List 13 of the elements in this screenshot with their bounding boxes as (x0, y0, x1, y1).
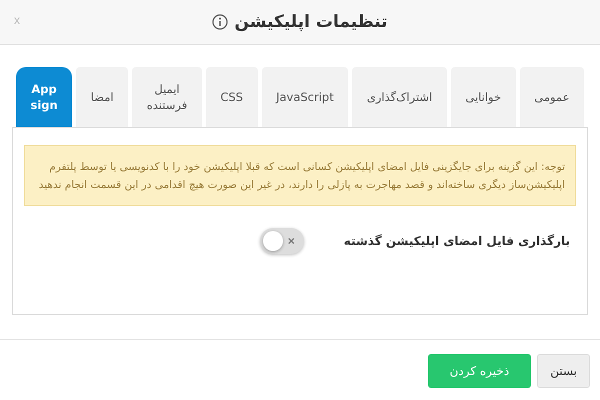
info-icon[interactable] (212, 14, 228, 30)
dialog-title: تنظیمات اپلیکیشن (234, 12, 388, 32)
tab[interactable]: CSS (206, 67, 258, 127)
tab[interactable]: خوانایی (450, 67, 516, 127)
close-button[interactable]: بستن (537, 354, 590, 388)
setting-label: بارگذاری فایل امضای اپلیکیشن گذشته (344, 234, 570, 248)
tab[interactable]: ایمیل فرستنده (132, 67, 202, 127)
tab[interactable]: امضا (76, 67, 128, 127)
tab[interactable]: عمومی (520, 67, 584, 127)
tab[interactable]: App sign (16, 67, 72, 127)
tab[interactable]: اشتراک‌گذاری (352, 67, 447, 127)
notice-text: توجه: این گزینه برای جایگزینی فایل امضای اپلیکیشن کسانی است که قبلا اپلیکیشن خود را با کدنویسی یا توسط پلتفرم اپلیکیشن‌ساز دیگری ساخته‌اند و قصد مهاجرت به پازلی را دارند، در غیر این صورت هیچ اقدامی در این قسمت انجام ندهید (24, 145, 576, 206)
tab[interactable]: JavaScript (262, 67, 348, 127)
